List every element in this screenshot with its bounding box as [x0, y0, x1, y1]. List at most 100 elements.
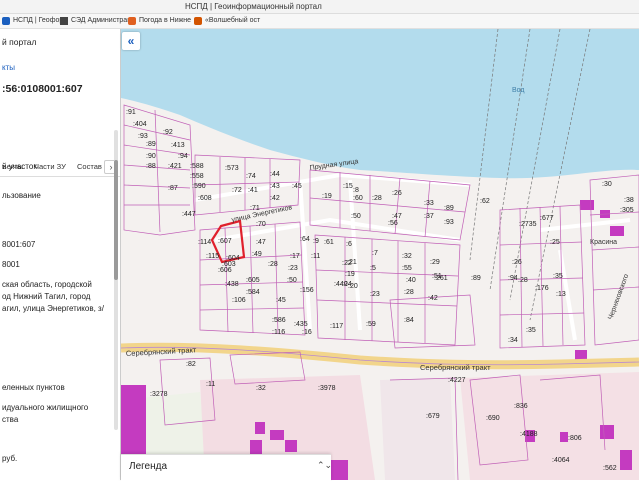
parcel-label: :37 [424, 213, 434, 220]
parcel-label: :89 [471, 275, 481, 282]
parcel-label: :55 [402, 265, 412, 272]
panel-header: й портал [2, 37, 37, 47]
bookmarks-bar: НСПД | Геофор СЭД Администрац Погода в Н… [0, 14, 639, 29]
parcel-label: :50 [351, 213, 361, 220]
street-label-serebryansky-2: Серебрянский тракт [420, 363, 491, 372]
parcel-label: :15 [343, 183, 353, 190]
parcel-label: :3278 [150, 391, 168, 398]
tab-composition[interactable]: Состав [77, 162, 102, 171]
weather-favicon-icon [128, 17, 136, 25]
parcel-label: :87 [168, 185, 178, 192]
parcel-label: :438 [225, 281, 239, 288]
parcel-label: :558 [190, 173, 204, 180]
parcel-label: :590 [192, 183, 206, 190]
objects-link[interactable]: кты [2, 63, 15, 72]
parcel-label: :28 [518, 277, 528, 284]
parcel-label: :35 [553, 273, 563, 280]
parcel-label: :116 [272, 329, 285, 336]
parcel-label: :836 [514, 403, 528, 410]
parcel-label: :47 [256, 239, 266, 246]
water-label: Вод [512, 87, 525, 94]
tab-parts[interactable]: Части ЗУ [34, 162, 66, 171]
parcel-label: :261 [434, 275, 448, 282]
parcel-label: :305 [620, 207, 634, 214]
parcel-label: :606 [218, 267, 232, 274]
parcel-label: :106 [232, 297, 246, 304]
bookmark-nspd[interactable]: НСПД | Геофор [2, 14, 63, 28]
info-row-cost: руб. [2, 454, 18, 463]
info-row-cadnum: 8001:607 [2, 240, 36, 249]
parcel-label: :56 [388, 220, 398, 227]
info-row-type: й участок [2, 162, 37, 171]
parcel-label: :19 [322, 193, 332, 200]
parcel-label: :94 [508, 275, 518, 282]
bookmark-label: СЭД Администрац [71, 17, 132, 24]
bookmark-island[interactable]: «Волшебный ост [194, 14, 260, 28]
parcel-label: :11 [206, 381, 215, 388]
parcel-label: :690 [486, 415, 500, 422]
parcel-label: :28 [372, 195, 382, 202]
island-favicon-icon [194, 17, 202, 25]
parcel-label: :44 [270, 171, 280, 178]
parcel-label: :29 [430, 259, 440, 266]
parcel-label: :38 [624, 197, 634, 204]
parcel-label: :608 [198, 195, 212, 202]
parcel-label: :59 [366, 321, 376, 328]
legend-label: Легенда [129, 461, 168, 472]
parcel-label: :679 [426, 413, 440, 420]
parcel-label: :603 [222, 261, 236, 268]
parcel-label: :50 [287, 277, 297, 284]
window-titlebar: НСПД | Геоинформационный портал [0, 0, 639, 14]
parcel-label: :84 [404, 317, 414, 324]
info-row-permitted-2: ства [2, 415, 19, 424]
info-row-usage: льзование [2, 191, 41, 200]
parcel-label: :72 [232, 187, 242, 194]
parcel-label: :607 [218, 238, 232, 245]
parcel-label: :89 [444, 205, 454, 212]
parcel-label: :562 [603, 465, 617, 472]
parcel-label: :89 [146, 141, 156, 148]
info-row-quarter: 8001 [2, 260, 20, 269]
parcel-label: :440 [334, 281, 348, 288]
cadastral-map[interactable]: Прудная улица улица Энергетиков Серебрян… [121, 29, 639, 480]
parcel-label: :584 [246, 289, 260, 296]
map-view[interactable]: Прудная улица улица Энергетиков Серебрян… [121, 29, 639, 480]
parcel-label: :26 [512, 259, 522, 266]
parcel-label: :806 [568, 435, 582, 442]
parcel-label: :82 [186, 361, 196, 368]
parcel-label: :42 [428, 295, 438, 302]
legend-panel[interactable]: Легенда ⌃⌄ [121, 454, 332, 481]
parcel-label: :92 [163, 129, 173, 136]
bookmark-weather[interactable]: Погода в Нижне [128, 14, 191, 28]
parcel-label: :117 [330, 323, 343, 330]
window-title: НСПД | Геоинформационный портал [185, 2, 322, 11]
parcel-label: :17 [290, 253, 300, 260]
parcel-label: :94 [178, 153, 188, 160]
parcel-label: :13 [556, 291, 566, 298]
parcel-label: :60 [353, 195, 363, 202]
parcel-label: :588 [190, 163, 204, 170]
parcel-label: :45 [292, 183, 302, 190]
parcel-label: :421 [168, 163, 182, 170]
parcel-label: :25 [550, 239, 560, 246]
parcel-label: :8 [353, 187, 359, 194]
parcel-label: :35 [526, 327, 536, 334]
parcel-label: :70 [256, 221, 266, 228]
legend-toggle-icon[interactable]: ⌃⌄ [317, 460, 332, 471]
parcel-label: :19 [345, 271, 355, 278]
parcel-label: :64 [300, 236, 310, 243]
parcel-label: :604 [226, 255, 240, 262]
parcel-label: :45 [276, 297, 286, 304]
panel-scrollbar-thumb[interactable] [114, 160, 118, 280]
parcel-label: :404 [133, 121, 147, 128]
parcel-label: :6 [346, 241, 352, 248]
parcel-label: :93 [444, 219, 454, 226]
parcel-label: :71 [250, 205, 260, 212]
info-row-category: еленных пунктов [2, 383, 65, 392]
parcel-label: :586 [272, 317, 286, 324]
parcel-label: :93 [138, 133, 148, 140]
parcel-label: :23 [370, 291, 380, 298]
parcel-label: :16 [302, 329, 312, 336]
bookmark-sed[interactable]: СЭД Администрац [60, 14, 131, 28]
collapse-panel-button[interactable]: « [122, 32, 140, 50]
